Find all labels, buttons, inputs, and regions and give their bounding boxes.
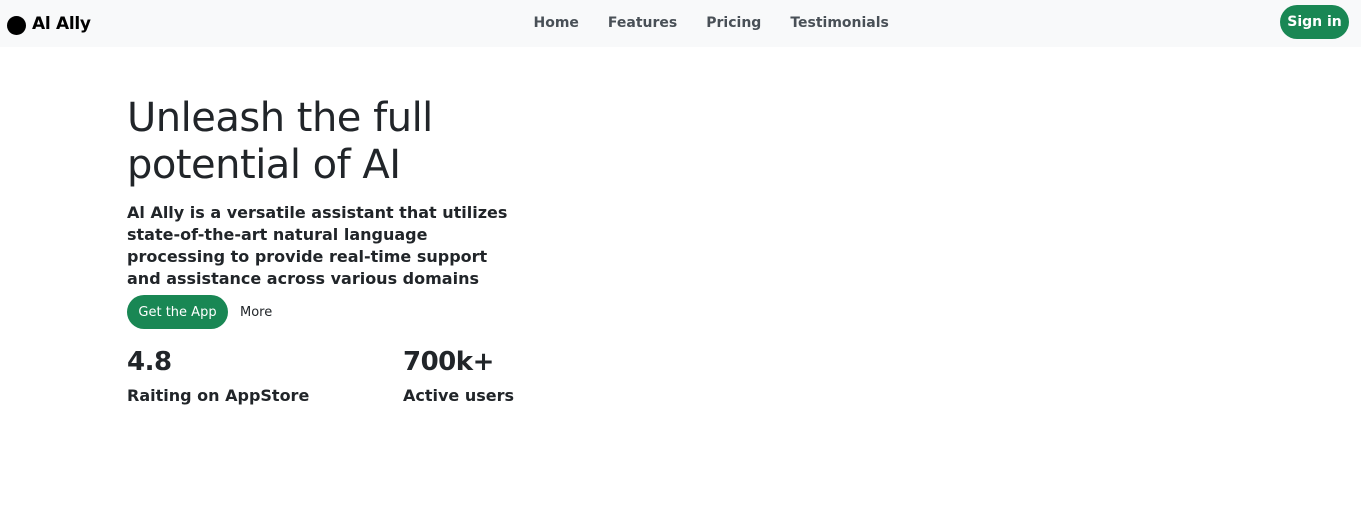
- nav-link-pricing[interactable]: Pricing: [692, 15, 776, 31]
- brand-name: Al Ally: [32, 13, 91, 34]
- stat-label: Active users: [403, 386, 515, 405]
- hero-description: Al Ally is a versatile assistant that ut…: [127, 203, 508, 288]
- stat-value: 700k+: [403, 347, 494, 377]
- stat-rating: 4.8 Raiting on AppStore: [127, 344, 309, 407]
- stat-value: 4.8: [127, 347, 172, 377]
- nav-link-testimonials[interactable]: Testimonials: [776, 15, 904, 31]
- hero-section: Unleash the full potential of AI Al Ally…: [127, 95, 547, 290]
- nav-link-home[interactable]: Home: [519, 15, 593, 31]
- circle-logo-icon: [7, 15, 26, 35]
- brand-link[interactable]: Al Ally: [7, 11, 91, 36]
- top-navbar: Al Ally Home Features Pricing Testimonia…: [0, 0, 1361, 47]
- nav-link-features[interactable]: Features: [593, 15, 691, 31]
- stat-active-users: 700k+ Active users: [403, 344, 514, 407]
- get-the-app-button[interactable]: Get the App: [127, 295, 228, 329]
- cta-row: Get the App More: [127, 295, 272, 329]
- main-nav: Home Features Pricing Testimonials: [519, 13, 903, 33]
- more-link[interactable]: More: [240, 305, 272, 320]
- stat-label: Raiting on AppStore: [127, 386, 310, 405]
- hero-title: Unleash the full potential of AI: [127, 95, 433, 188]
- sign-in-button[interactable]: Sign in: [1280, 5, 1349, 39]
